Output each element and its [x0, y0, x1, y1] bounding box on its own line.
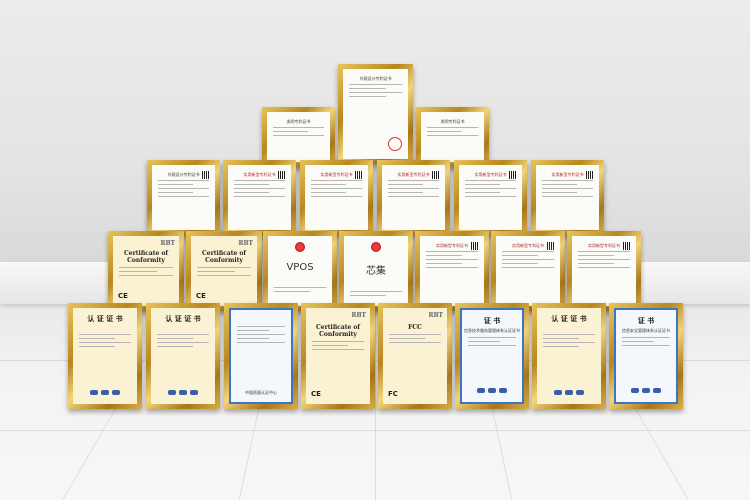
accreditation-logos	[73, 390, 137, 396]
fcc-mark: FC	[388, 390, 398, 398]
qr-code-icon	[586, 171, 594, 179]
qr-code-icon	[278, 171, 286, 179]
certificate-title: 认 证 证 书	[551, 315, 587, 323]
rbt-logo: RBT	[428, 312, 443, 319]
emblem-icon	[295, 242, 305, 252]
right-pedestal	[636, 262, 750, 304]
certificate-header: 外观设计专利证书	[359, 76, 392, 81]
certificate-title: 认 证 证 书	[87, 315, 123, 323]
emblem-icon	[371, 242, 381, 252]
certificate-header: 发明专利证书	[440, 119, 465, 124]
certificate-frame: 实用新型专利证书	[567, 231, 641, 311]
left-pedestal	[0, 262, 120, 304]
certificate-title: FCC	[408, 324, 422, 331]
certificate-frame: RBT Certificate of Conformity CE	[186, 231, 262, 311]
rbt-logo: RBT	[351, 312, 366, 319]
certificate-frame: 认 证 证 书	[68, 303, 142, 409]
certificate-frame: 外观设计专利证书	[338, 64, 413, 164]
certificate-frame: 中国质量认证中心	[224, 303, 298, 409]
accreditation-logos	[616, 388, 676, 394]
certificate-frame: 外观设计专利证书	[147, 160, 220, 235]
certificate-frame: RBT Certificate of Conformity CE	[301, 303, 375, 409]
qr-code-icon	[355, 171, 363, 179]
certificate-title: 认 证 证 书	[165, 315, 201, 323]
issuer-name: 中国质量认证中心	[245, 390, 277, 395]
certificate-frame: 实用新型专利证书	[377, 160, 450, 235]
certificate-frame: 芯集	[339, 231, 413, 311]
certificate-frame: 证 书 信息安全管理体系认证证书	[609, 303, 683, 409]
certificate-frame: 实用新型专利证书	[300, 160, 373, 235]
certificate-frame: 实用新型专利证书	[415, 231, 489, 311]
certificate-frame: RBT FCC FC	[378, 303, 452, 409]
seal-icon	[388, 137, 402, 151]
certificate-title: Certificate of Conformity	[124, 250, 168, 264]
accreditation-logos	[537, 390, 601, 396]
certificate-title: Certificate of Conformity	[202, 250, 246, 264]
accreditation-logos	[151, 390, 215, 396]
certificate-frame: 认 证 证 书	[146, 303, 220, 409]
certificate-header: 发明专利证书	[286, 119, 311, 124]
certificate-frame: 实用新型专利证书	[454, 160, 527, 235]
showroom-scene: 外观设计专利证书 发明专利证书 发明专利证书 外观设计专利证书 实用新型专利证书	[0, 0, 750, 500]
certificate-frame: 实用新型专利证书	[491, 231, 565, 311]
certificate-frame: 发明专利证书	[416, 107, 489, 167]
trademark-text: VPOS	[286, 262, 314, 273]
ce-mark: CE	[196, 292, 206, 300]
qr-code-icon	[509, 171, 517, 179]
certificate-subtitle: 信息安全管理体系认证证书	[622, 328, 670, 333]
qr-code-icon	[623, 242, 631, 250]
certificate-frame: 证 书 信息技术服务管理体系认证证书	[455, 303, 529, 409]
certificate-frame: 认 证 证 书	[532, 303, 606, 409]
certificate-title: 证 书	[637, 317, 655, 325]
certificate-title: 证 书	[483, 317, 501, 325]
certificate-frame: 实用新型专利证书	[223, 160, 296, 235]
certificate-frame: 发明专利证书	[262, 107, 335, 167]
ce-mark: CE	[311, 390, 321, 398]
qr-code-icon	[547, 242, 555, 250]
certificate-frame: VPOS	[263, 231, 337, 311]
qr-code-icon	[471, 242, 479, 250]
certificate-frame: 实用新型专利证书	[531, 160, 604, 235]
rbt-logo: RBT	[160, 240, 175, 247]
qr-code-icon	[432, 171, 440, 179]
accreditation-logos	[462, 388, 522, 394]
certificate-frame: RBT Certificate of Conformity CE	[108, 231, 184, 311]
certificate-title: Certificate of Conformity	[316, 324, 360, 338]
ce-mark: CE	[118, 292, 128, 300]
trademark-text: 芯集	[366, 266, 386, 277]
certificate-subtitle: 信息技术服务管理体系认证证书	[464, 328, 520, 333]
qr-code-icon	[202, 171, 210, 179]
rbt-logo: RBT	[238, 240, 253, 247]
